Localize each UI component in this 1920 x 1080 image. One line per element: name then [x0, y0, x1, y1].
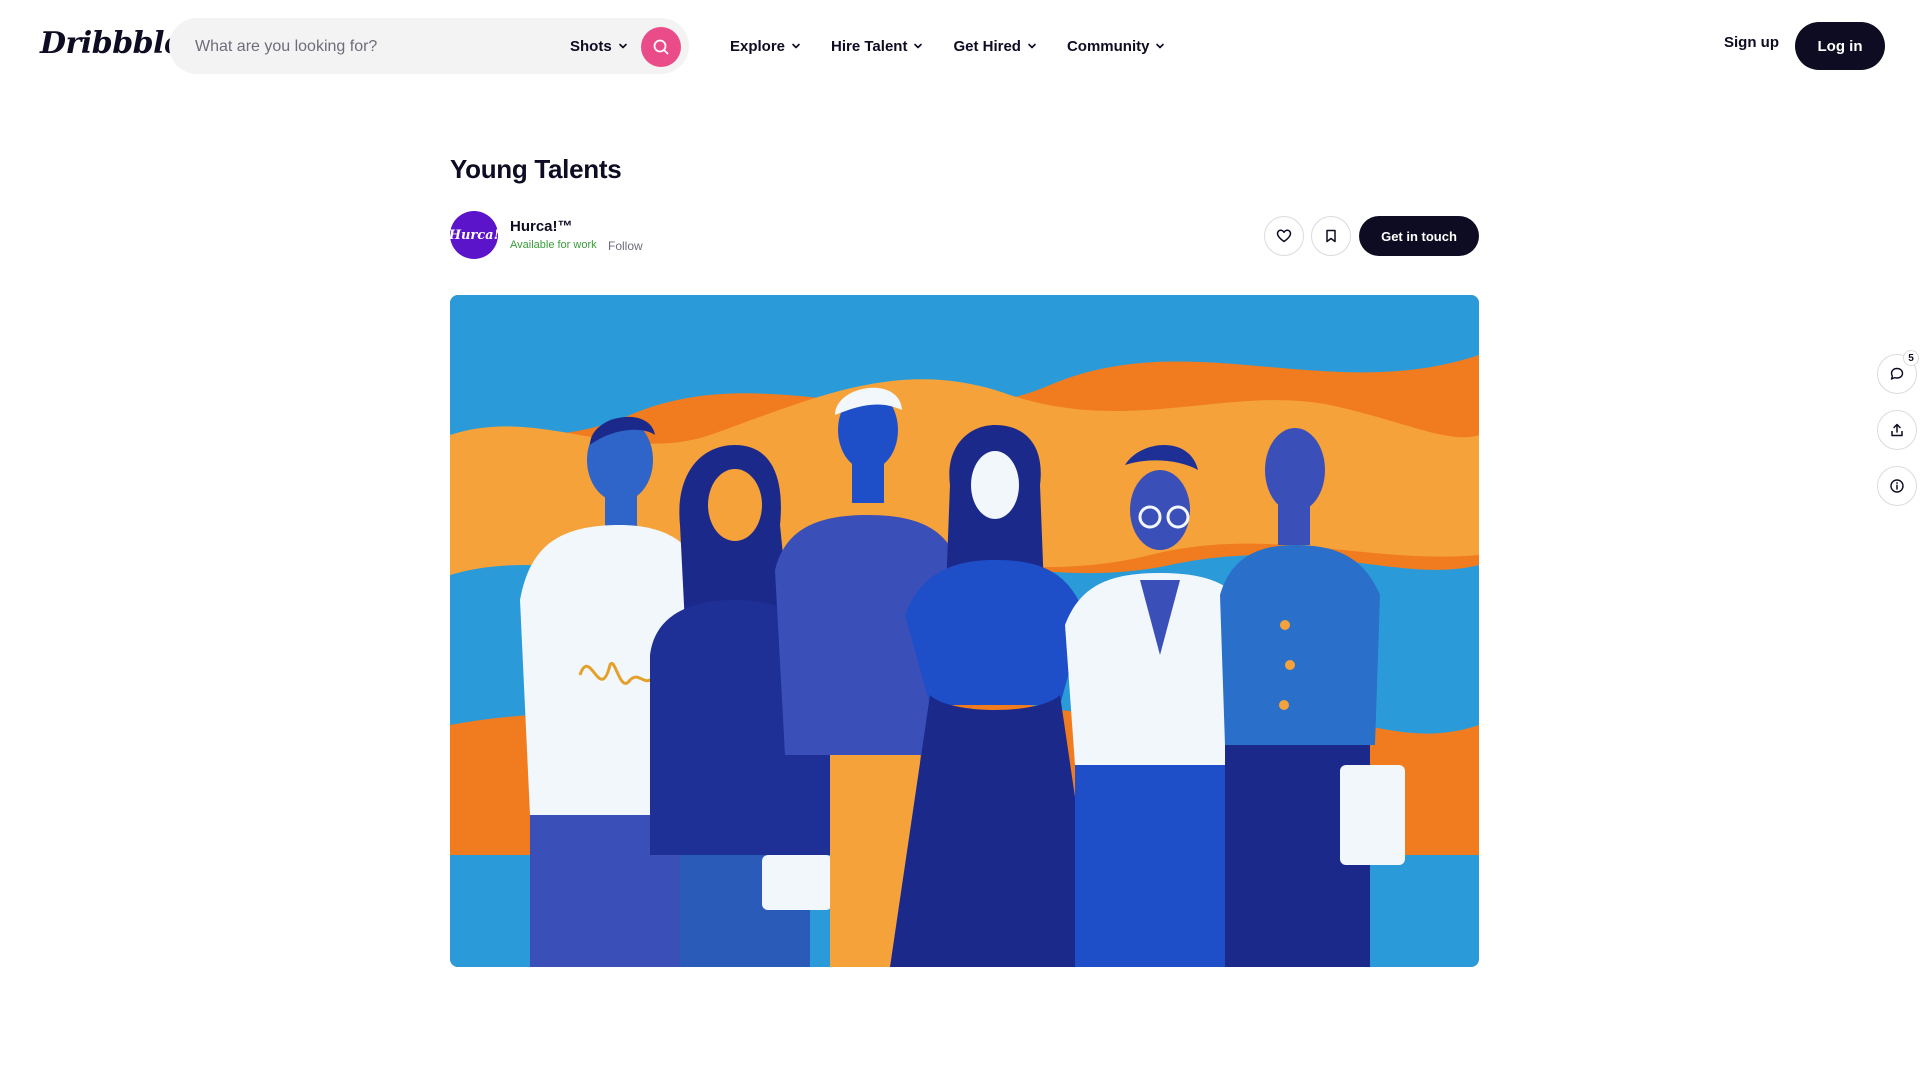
search-icon	[653, 39, 669, 55]
search-type-label: Shots	[570, 37, 612, 55]
shot-title: Young Talents	[450, 154, 622, 184]
shot-image[interactable]	[450, 295, 1479, 967]
comment-count-badge: 5	[1903, 350, 1919, 366]
shot-illustration	[450, 295, 1479, 967]
search-bar: Shots	[169, 18, 689, 74]
info-button[interactable]	[1877, 466, 1917, 506]
follow-link[interactable]: Follow	[608, 239, 643, 253]
chevron-down-icon	[1156, 43, 1165, 49]
like-button[interactable]	[1264, 216, 1304, 256]
chevron-down-icon	[618, 43, 627, 49]
share-icon	[1891, 423, 1903, 437]
nav-community[interactable]: Community	[1067, 38, 1166, 55]
comment-icon	[1890, 367, 1904, 380]
nav-community-label: Community	[1066, 37, 1150, 55]
share-button[interactable]	[1877, 410, 1917, 450]
heart-icon	[1276, 229, 1292, 243]
chevron-down-icon	[792, 43, 800, 49]
nav-hire-talent[interactable]: Hire Talent	[831, 38, 923, 55]
chevron-down-icon	[1028, 43, 1036, 49]
availability-status: Available for work	[510, 239, 597, 251]
author-name[interactable]: Hurca!™	[510, 218, 573, 235]
login-button[interactable]: Log in	[1795, 22, 1885, 70]
search-button[interactable]	[641, 27, 681, 67]
signup-link[interactable]: Sign up	[1724, 34, 1779, 51]
search-type-dropdown[interactable]: Shots	[570, 34, 628, 58]
nav-get-hired-label: Get Hired	[953, 37, 1021, 55]
nav-get-hired[interactable]: Get Hired	[953, 38, 1037, 55]
main-nav: Explore Hire Talent Get Hired Community	[730, 24, 1165, 68]
logo[interactable]: Dribbble	[40, 26, 183, 61]
bookmark-icon	[1326, 229, 1336, 243]
search-input[interactable]	[193, 34, 527, 60]
info-icon	[1890, 479, 1904, 493]
get-in-touch-button[interactable]: Get in touch	[1359, 216, 1479, 256]
nav-explore-label: Explore	[730, 37, 786, 55]
chevron-down-icon	[914, 43, 923, 49]
avatar[interactable]: Hurca!	[449, 211, 499, 259]
nav-hire-talent-label: Hire Talent	[831, 37, 908, 55]
nav-explore[interactable]: Explore	[730, 38, 801, 55]
save-button[interactable]	[1311, 216, 1351, 256]
